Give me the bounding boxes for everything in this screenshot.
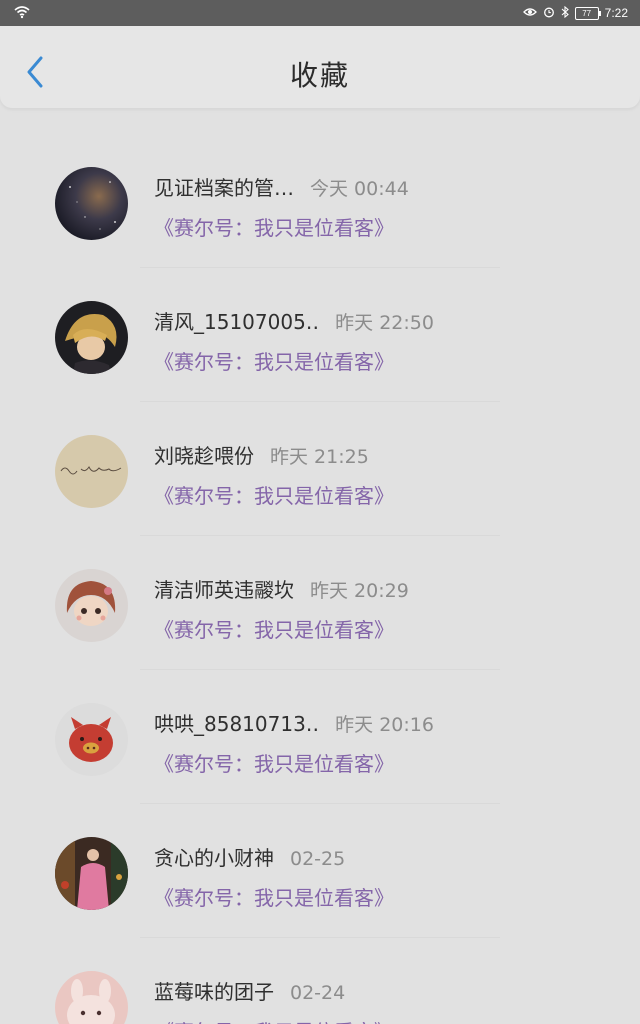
list-item[interactable]: 哄哄_85810713‥ 昨天 20:16 《赛尔号：我只是位看客》 [0,670,640,804]
list-item[interactable]: 清洁师英违鬷坎 昨天 20:29 《赛尔号：我只是位看客》 [0,536,640,670]
avatar[interactable] [55,435,128,508]
status-time: 7:22 [604,6,628,20]
timestamp: 昨天 20:16 [335,714,434,736]
avatar-pink-figure [55,837,128,910]
avatar-anime-girl [55,301,128,374]
username: 清风_15107005‥ [154,310,320,334]
wifi-icon [14,5,30,22]
avatar[interactable] [55,971,128,1024]
status-bar: 77 7:22 [0,0,640,26]
username: 哄哄_85810713‥ [154,712,320,736]
post-title[interactable]: 《赛尔号：我只是位看客》 [154,748,394,777]
list-item[interactable]: 清风_15107005‥ 昨天 22:50 《赛尔号：我只是位看客》 [0,268,640,402]
list-item[interactable]: 贪心的小财神 02-25 《赛尔号：我只是位看客》 [0,804,640,938]
bluetooth-icon [561,5,569,21]
avatar-galaxy [55,167,128,240]
favorites-list: 见证档案的管… 今天 00:44 《赛尔号：我只是位看客》 清风_1510700… [0,134,640,1024]
screen: 77 7:22 收藏 见证档案的管… 今天 00:44 《赛尔号：我只是位看客》… [0,0,640,1024]
username: 蓝莓味的团子 [154,980,274,1004]
timestamp: 02-24 [290,982,346,1004]
avatar-red-pig [55,703,128,776]
list-item[interactable]: 刘晓趁喂份 昨天 21:25 《赛尔号：我只是位看客》 [0,402,640,536]
timestamp: 昨天 20:29 [310,580,409,602]
post-title[interactable]: 《赛尔号：我只是位看客》 [154,212,394,241]
username: 清洁师英违鬷坎 [154,578,294,602]
avatar[interactable] [55,703,128,776]
battery-icon: 77 [574,6,601,20]
username: 见证档案的管… [154,176,294,200]
avatar[interactable] [55,569,128,642]
timestamp: 昨天 22:50 [335,312,434,334]
list-item[interactable]: 见证档案的管… 今天 00:44 《赛尔号：我只是位看客》 [0,134,640,268]
username: 刘晓趁喂份 [154,444,254,468]
avatar[interactable] [55,167,128,240]
avatar[interactable] [55,301,128,374]
username: 贪心的小财神 [154,846,274,870]
avatar-pink-bunny [55,971,128,1024]
post-title[interactable]: 《赛尔号：我只是位看客》 [154,614,394,643]
status-icons: 77 7:22 [522,0,628,26]
battery-level: 77 [582,8,592,18]
timestamp: 今天 00:44 [310,178,409,200]
alarm-icon [543,6,555,21]
post-title[interactable]: 《赛尔号：我只是位看客》 [154,346,394,375]
eye-icon [522,6,537,20]
avatar-handwriting [55,435,128,508]
post-title[interactable]: 《赛尔号：我只是位看客》 [154,882,394,911]
page-title: 收藏 [289,59,350,92]
avatar-cartoon-girl [55,569,128,642]
post-title[interactable]: 《赛尔号：我只是位看客》 [154,1016,394,1024]
timestamp: 昨天 21:25 [270,446,369,468]
avatar[interactable] [55,837,128,910]
list-item[interactable]: 蓝莓味的团子 02-24 《赛尔号：我只是位看客》 [0,938,640,1024]
post-title[interactable]: 《赛尔号：我只是位看客》 [154,480,394,509]
timestamp: 02-25 [290,848,346,870]
header: 收藏 [0,26,640,108]
